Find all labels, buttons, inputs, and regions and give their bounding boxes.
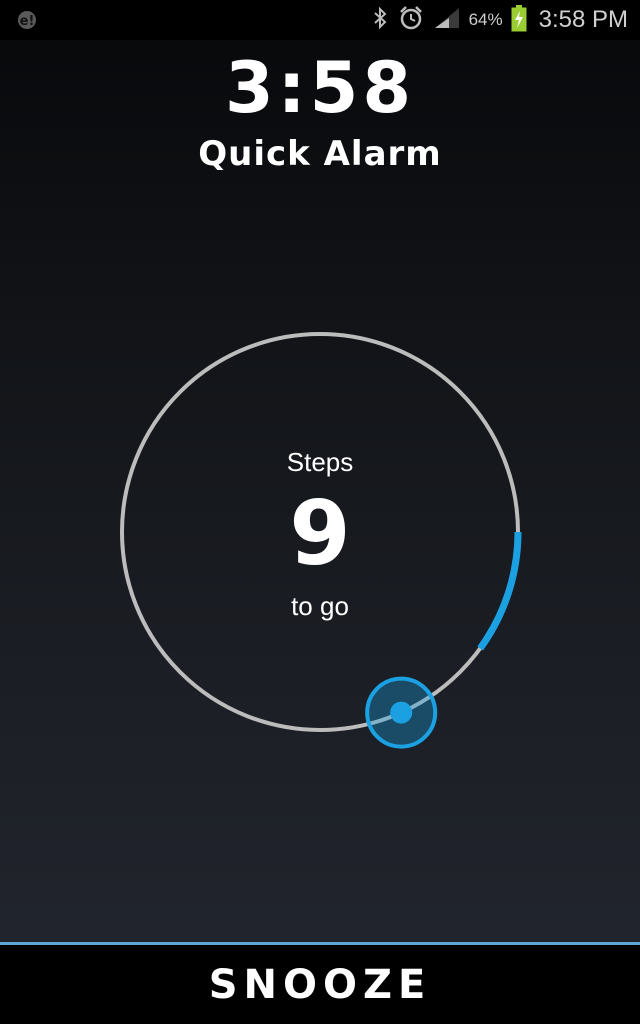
to-go-label: to go: [291, 591, 349, 621]
snooze-button[interactable]: SNOOZE: [0, 942, 640, 1024]
bluetooth-icon: [371, 6, 389, 35]
alarm-screen: e! 64% 3:58 PM 3:58 Quick Alarm Steps 9 …: [0, 0, 640, 1024]
alarm-clock-time: 3:58: [224, 47, 416, 129]
svg-text:e!: e!: [20, 14, 35, 29]
status-icons: 64% 3:58 PM: [371, 0, 628, 40]
steps-label: Steps: [286, 447, 354, 477]
alarm-clock-icon: [397, 4, 425, 37]
notification-alert-icon: e!: [16, 8, 40, 32]
steps-count: 9: [289, 482, 351, 585]
status-bar: e! 64% 3:58 PM: [0, 0, 640, 40]
signal-icon: [433, 6, 461, 35]
snooze-label: SNOOZE: [208, 961, 432, 1008]
status-time: 3:58 PM: [538, 6, 628, 33]
steps-dial[interactable]: Steps 9 to go: [100, 312, 540, 752]
alarm-title: Quick Alarm: [198, 134, 442, 174]
drag-handle[interactable]: [365, 676, 438, 749]
battery-percent: 64%: [468, 10, 503, 29]
battery-charging-icon: [511, 4, 527, 37]
